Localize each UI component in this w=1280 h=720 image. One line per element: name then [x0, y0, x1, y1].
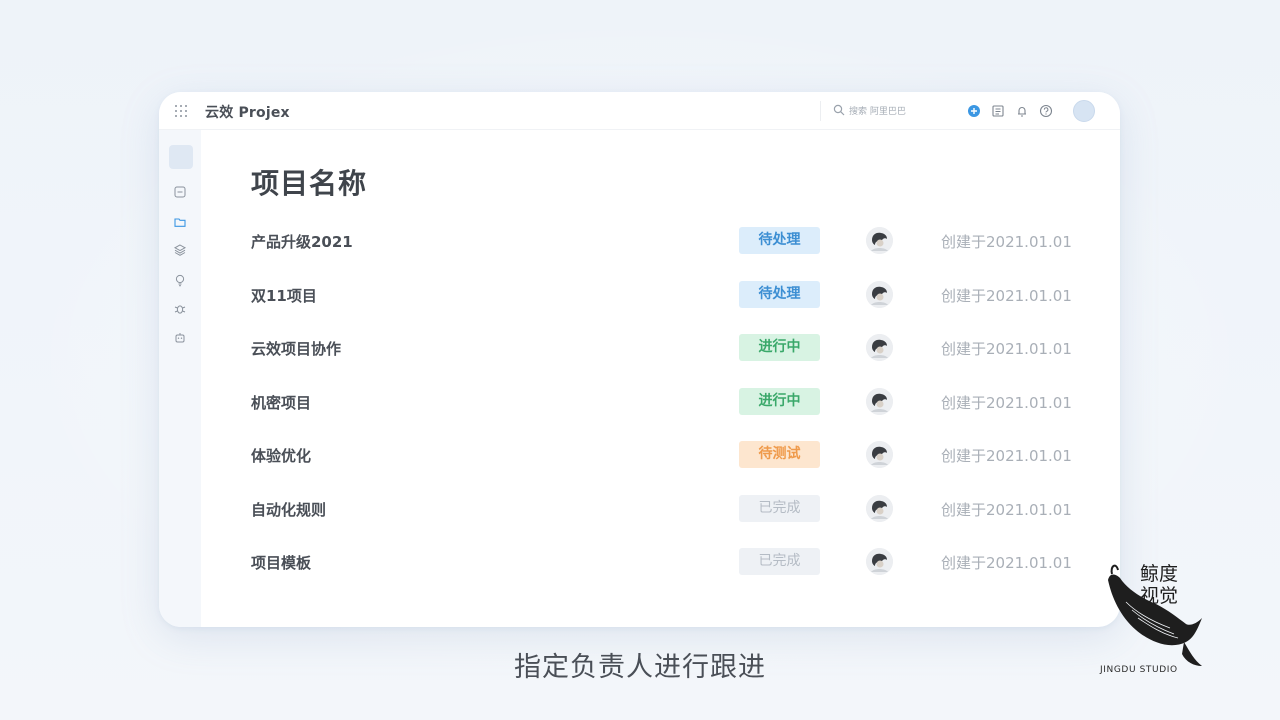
project-name[interactable]: 自动化规则 — [251, 499, 326, 520]
project-name[interactable]: 产品升级2021 — [251, 231, 353, 252]
layers-icon[interactable] — [173, 243, 187, 257]
project-row[interactable]: 体验优化 待测试 创建于2021.01.01 — [201, 435, 1120, 475]
project-row[interactable]: 云效项目协作 进行中 创建于2021.01.01 — [201, 328, 1120, 368]
video-caption: 指定负责人进行跟进 — [514, 652, 766, 683]
app-title[interactable]: 云效 Projex — [205, 102, 290, 122]
assignee-avatar[interactable] — [866, 441, 893, 468]
add-icon[interactable] — [967, 104, 981, 118]
apps-grid-icon[interactable] — [175, 105, 187, 117]
bulb-icon[interactable] — [173, 273, 187, 287]
created-date: 创建于2021.01.01 — [941, 340, 1072, 358]
search-icon — [833, 104, 845, 116]
help-icon[interactable] — [1039, 104, 1053, 118]
assignee-avatar[interactable] — [866, 388, 893, 415]
project-name[interactable]: 双11项目 — [251, 285, 317, 306]
project-row[interactable]: 项目模板 已完成 创建于2021.01.01 — [201, 542, 1120, 582]
created-date: 创建于2021.01.01 — [941, 287, 1072, 305]
sidebar — [159, 130, 201, 627]
app-window: 云效 Projex 搜索 阿里巴巴 项目名称 产品升级2021 待处理 创建于2… — [159, 92, 1120, 627]
bell-icon[interactable] — [1015, 104, 1029, 118]
project-name[interactable]: 体验优化 — [251, 445, 311, 466]
project-row[interactable]: 自动化规则 已完成 创建于2021.01.01 — [201, 489, 1120, 529]
created-date: 创建于2021.01.01 — [941, 394, 1072, 412]
assignee-avatar[interactable] — [866, 227, 893, 254]
status-badge[interactable]: 待测试 — [739, 441, 820, 468]
status-badge[interactable]: 待处理 — [739, 281, 820, 308]
project-name[interactable]: 云效项目协作 — [251, 338, 341, 359]
assignee-avatar[interactable] — [866, 548, 893, 575]
status-badge[interactable]: 已完成 — [739, 548, 820, 575]
status-badge[interactable]: 已完成 — [739, 495, 820, 522]
project-row[interactable]: 机密项目 进行中 创建于2021.01.01 — [201, 382, 1120, 422]
svg-text:视觉: 视觉 — [1140, 585, 1178, 607]
top-bar: 云效 Projex 搜索 阿里巴巴 — [159, 92, 1120, 130]
status-badge[interactable]: 进行中 — [739, 388, 820, 415]
watermark-text: JINGDU STUDIO — [1100, 665, 1178, 675]
sidebar-logo[interactable] — [169, 145, 193, 169]
robot-icon[interactable] — [173, 331, 187, 345]
project-row[interactable]: 产品升级2021 待处理 创建于2021.01.01 — [201, 221, 1120, 261]
project-name[interactable]: 项目模板 — [251, 552, 311, 573]
assignee-avatar[interactable] — [866, 495, 893, 522]
bug-icon[interactable] — [173, 302, 187, 316]
created-date: 创建于2021.01.01 — [941, 501, 1072, 519]
user-avatar[interactable] — [1073, 100, 1095, 122]
svg-text:鲸度: 鲸度 — [1140, 563, 1178, 585]
main-content: 项目名称 产品升级2021 待处理 创建于2021.01.01 双11项目 待处理 创建于… — [201, 130, 1120, 627]
assignee-avatar[interactable] — [866, 281, 893, 308]
status-badge[interactable]: 待处理 — [739, 227, 820, 254]
project-name[interactable]: 机密项目 — [251, 392, 311, 413]
created-date: 创建于2021.01.01 — [941, 233, 1072, 251]
search-placeholder: 搜索 阿里巴巴 — [849, 107, 906, 117]
assignee-avatar[interactable] — [866, 334, 893, 361]
created-date: 创建于2021.01.01 — [941, 554, 1072, 572]
project-folder-icon[interactable] — [173, 215, 187, 229]
page-title: 项目名称 — [251, 167, 368, 200]
search-box[interactable]: 搜索 阿里巴巴 — [820, 101, 960, 121]
document-icon[interactable] — [991, 104, 1005, 118]
workitem-icon[interactable] — [173, 185, 187, 199]
jingdu-studio-logo: 鲸度 视觉 — [1108, 563, 1202, 666]
created-date: 创建于2021.01.01 — [941, 447, 1072, 465]
project-row[interactable]: 双11项目 待处理 创建于2021.01.01 — [201, 275, 1120, 315]
status-badge[interactable]: 进行中 — [739, 334, 820, 361]
